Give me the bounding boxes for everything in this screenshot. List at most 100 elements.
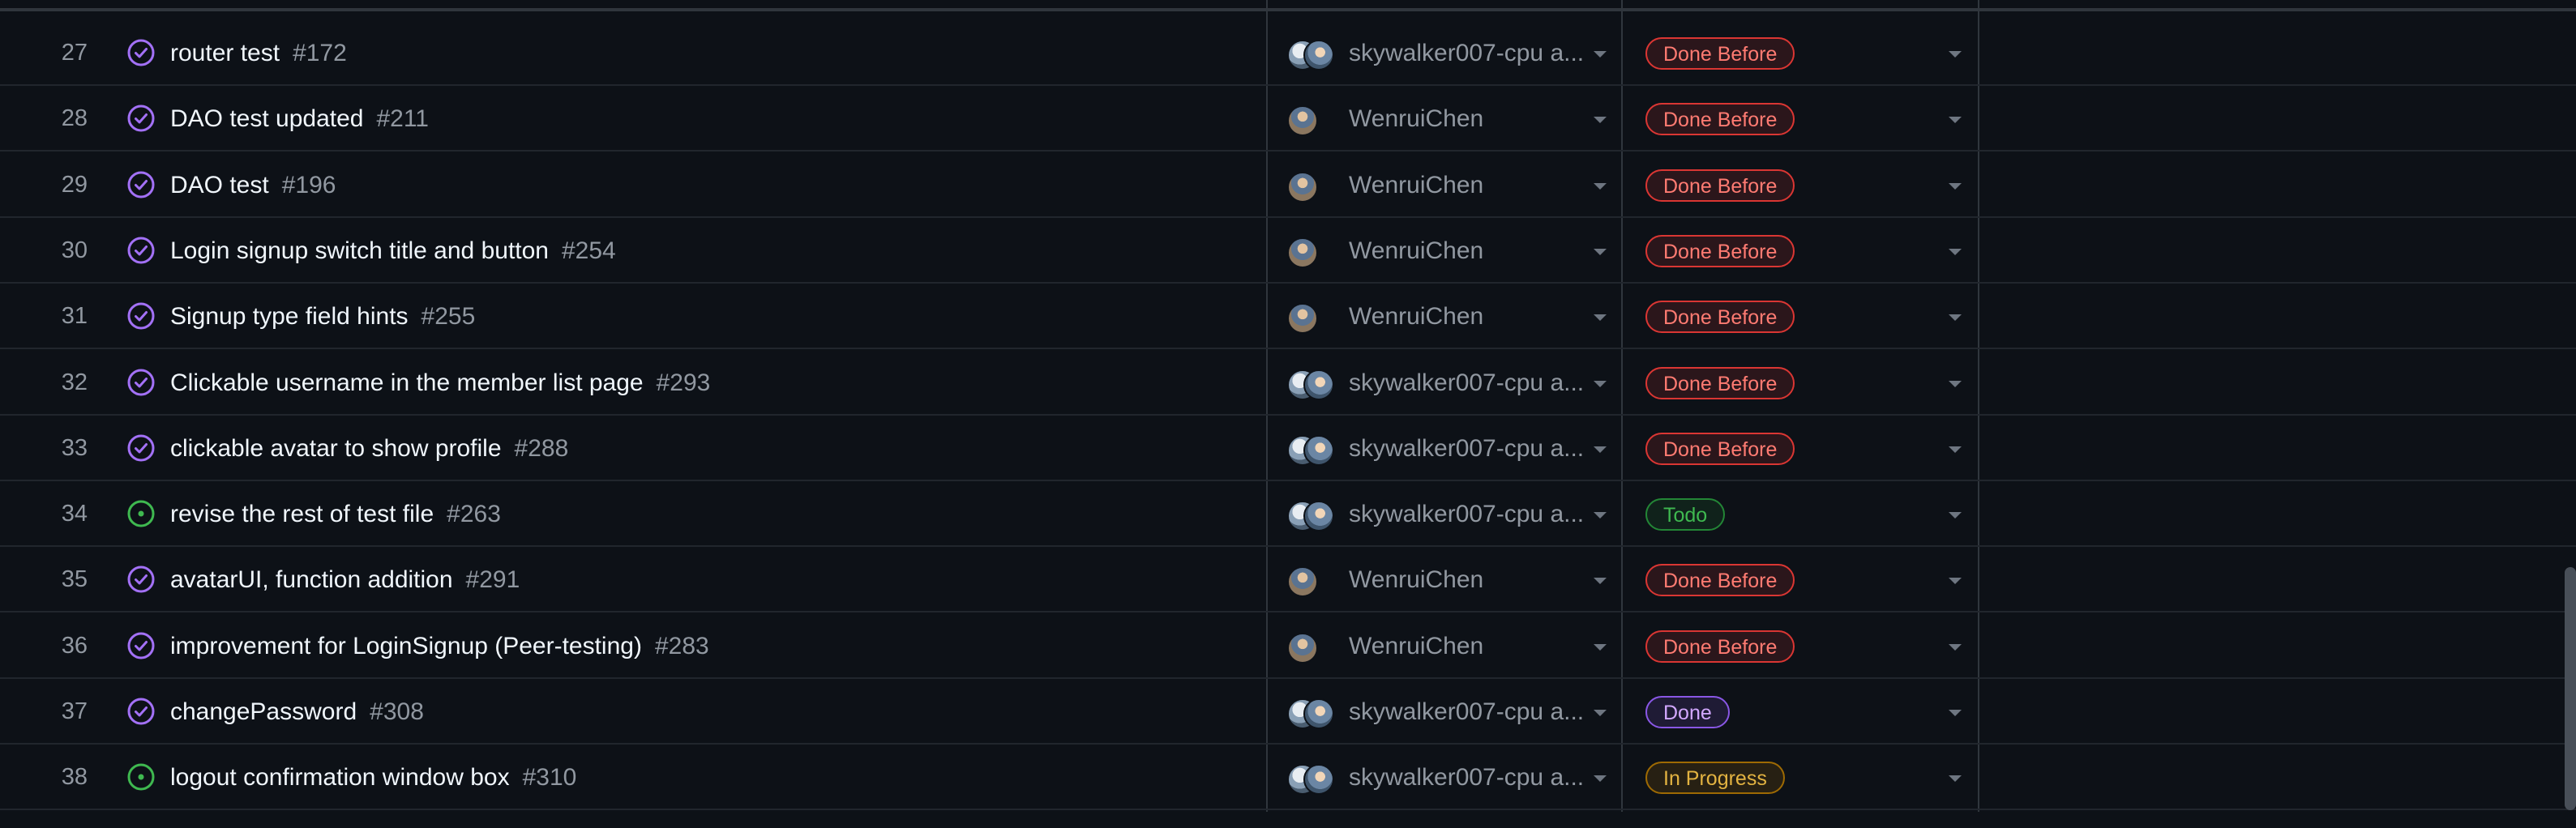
chevron-down-icon[interactable] [1594,183,1607,190]
status-cell[interactable]: Done Before [1621,350,1978,416]
chevron-down-icon[interactable] [1949,644,1962,651]
chevron-down-icon[interactable] [1594,117,1607,123]
assignees-cell[interactable]: WenruiChen [1287,218,1620,284]
table-row[interactable]: 29 DAO test #196 WenruiChen Done Before [0,152,2576,218]
chevron-down-icon[interactable] [1594,775,1607,782]
assignees-cell[interactable]: WenruiChen [1287,613,1620,679]
assignees-cell[interactable]: skywalker007-cpu a... [1287,679,1620,745]
assignees-cell[interactable]: skywalker007-cpu a... [1287,350,1620,416]
status-cell[interactable]: In Progress [1621,745,1978,810]
chevron-down-icon[interactable] [1594,249,1607,255]
chevron-down-icon[interactable] [1949,183,1962,190]
chevron-down-icon[interactable] [1949,775,1962,782]
chevron-down-icon[interactable] [1594,381,1607,387]
chevron-down-icon[interactable] [1594,51,1607,58]
status-badge: Todo [1645,498,1726,531]
row-number: 30 [61,237,88,263]
table-row[interactable]: 37 changePassword #308 skywalker007-cpu a… [0,679,2576,745]
assignees-cell[interactable]: skywalker007-cpu a... [1287,745,1620,810]
chevron-down-icon[interactable] [1594,512,1607,519]
assignees-cell[interactable]: WenruiChen [1287,86,1620,152]
title-cell[interactable]: DAO test updated #211 [170,86,1256,152]
status-cell[interactable]: Todo [1621,481,1978,547]
status-cell[interactable]: Done Before [1621,613,1978,679]
chevron-down-icon[interactable] [1949,314,1962,321]
title-cell[interactable]: clickable avatar to show profile #288 [170,416,1256,481]
status-cell[interactable]: Done Before [1621,152,1978,218]
chevron-down-icon[interactable] [1949,578,1962,584]
title-cell[interactable]: Signup type field hints #255 [170,284,1256,349]
chevron-down-icon[interactable] [1949,381,1962,387]
chevron-down-icon[interactable] [1949,446,1962,453]
issue-title-link[interactable]: DAO test updated [170,105,363,132]
title-cell[interactable]: avatarUI, function addition #291 [170,547,1256,612]
issue-title-link[interactable]: avatarUI, function addition [170,566,453,593]
table-row[interactable]: 33 clickable avatar to show profile #288 … [0,416,2576,481]
assignee-name: skywalker007-cpu a... [1349,369,1585,396]
issue-title-link[interactable]: logout confirmation window box [170,764,510,791]
row-number: 33 [61,435,88,461]
title-cell[interactable]: changePassword #308 [170,679,1256,745]
row-number: 35 [61,566,88,592]
chevron-down-icon[interactable] [1594,314,1607,321]
row-number: 34 [61,501,88,527]
chevron-down-icon[interactable] [1949,249,1962,255]
issue-title-link[interactable]: Login signup switch title and button [170,237,549,264]
chevron-down-icon[interactable] [1949,117,1962,123]
status-cell[interactable]: Done [1621,679,1978,745]
table-row[interactable]: 28 DAO test updated #211 WenruiChen Done … [0,86,2576,152]
chevron-down-icon[interactable] [1594,446,1607,453]
status-cell[interactable]: Done Before [1621,218,1978,284]
chevron-down-icon[interactable] [1949,710,1962,716]
issue-title-link[interactable]: DAO test [170,172,269,198]
title-cell[interactable]: router test #172 [170,20,1256,86]
table-row[interactable]: 32 Clickable username in the member list… [0,350,2576,416]
assignees-cell[interactable]: skywalker007-cpu a... [1287,416,1620,481]
table-row[interactable]: 38 logout confirmation window box #310 sk… [0,745,2576,810]
status-cell[interactable]: Done Before [1621,416,1978,481]
status-cell[interactable]: Done Before [1621,547,1978,612]
table-row[interactable]: 36 improvement for LoginSignup (Peer-tes… [0,613,2576,679]
issue-title-link[interactable]: Clickable username in the member list pa… [170,369,644,396]
assignees-cell[interactable]: skywalker007-cpu a... [1287,481,1620,547]
table-row[interactable]: 30 Login signup switch title and button #… [0,218,2576,284]
vertical-scrollbar[interactable] [2565,567,2576,810]
title-cell[interactable]: logout confirmation window box #310 [170,745,1256,810]
avatar [1303,764,1334,795]
avatar [1287,172,1318,203]
table-row[interactable]: 31 Signup type field hints #255 WenruiChe… [0,284,2576,349]
chevron-down-icon[interactable] [1594,578,1607,584]
chevron-down-icon[interactable] [1594,644,1607,651]
title-cell[interactable]: Login signup switch title and button #254 [170,218,1256,284]
status-cell[interactable]: Done Before [1621,86,1978,152]
title-cell[interactable]: DAO test #196 [170,152,1256,218]
issue-title-link[interactable]: changePassword [170,698,357,725]
issue-number: #196 [281,172,336,198]
row-number: 29 [61,172,88,198]
status-cell[interactable]: Done Before [1621,20,1978,86]
assignees-cell[interactable]: WenruiChen [1287,152,1620,218]
project-table: 27 router test #172 skywalker007-cpu a...… [0,0,2576,828]
issue-title-link[interactable]: revise the rest of test file [170,501,434,527]
title-cell[interactable]: improvement for LoginSignup (Peer-testin… [170,613,1256,679]
assignees-cell[interactable]: skywalker007-cpu a... [1287,20,1620,86]
issue-title-link[interactable]: improvement for LoginSignup (Peer-testin… [170,633,642,659]
issue-number: #254 [561,237,616,264]
assignees-cell[interactable]: WenruiChen [1287,547,1620,612]
table-row[interactable]: 35 avatarUI, function addition #291 Wenru… [0,547,2576,612]
status-cell[interactable]: Done Before [1621,284,1978,349]
chevron-down-icon[interactable] [1949,51,1962,58]
issue-title-link[interactable]: Signup type field hints [170,303,409,330]
issue-title-link[interactable]: clickable avatar to show profile [170,435,502,462]
issue-closed-icon [126,565,156,594]
assignees-cell[interactable]: WenruiChen [1287,284,1620,349]
issue-number: #291 [465,566,520,593]
table-row[interactable]: 34 revise the rest of test file #263 skyw… [0,481,2576,547]
row-number: 36 [61,633,88,659]
title-cell[interactable]: Clickable username in the member list pa… [170,350,1256,416]
issue-title-link[interactable]: router test [170,40,280,66]
title-cell[interactable]: revise the rest of test file #263 [170,481,1256,547]
table-row[interactable]: 27 router test #172 skywalker007-cpu a...… [0,20,2576,86]
chevron-down-icon[interactable] [1949,512,1962,519]
chevron-down-icon[interactable] [1594,710,1607,716]
